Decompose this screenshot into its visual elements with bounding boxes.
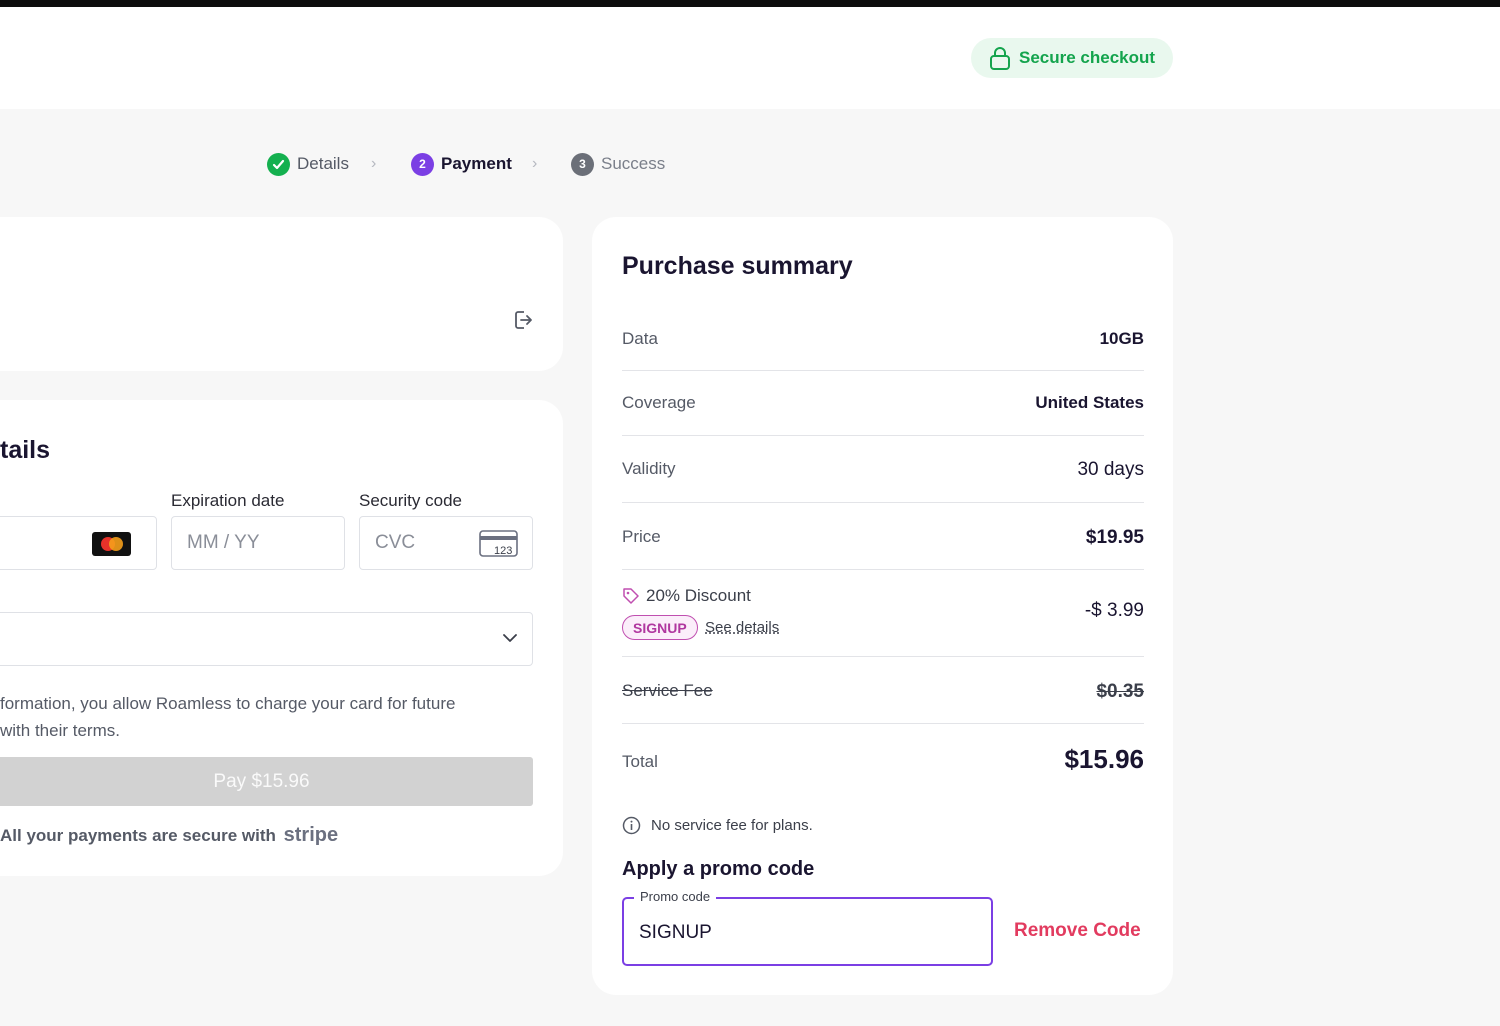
- chevron-right-icon: ›: [371, 155, 377, 172]
- row-label: Total: [622, 752, 658, 771]
- step-details[interactable]: Details: [267, 151, 349, 177]
- logout-icon[interactable]: [512, 309, 534, 336]
- info-icon: [622, 816, 641, 835]
- payment-section-title: tails: [0, 436, 51, 464]
- pay-button[interactable]: Pay $15.96: [0, 757, 533, 806]
- row-label: Data: [622, 329, 658, 348]
- step-payment: 2 Payment: [411, 151, 512, 177]
- step-label: Details: [297, 154, 349, 173]
- window-top-bar: [0, 0, 1500, 7]
- row-label: Coverage: [622, 393, 696, 412]
- security-code-field[interactable]: CVC 123: [359, 516, 533, 570]
- row-value: $19.95: [1085, 527, 1144, 548]
- step-label: Payment: [441, 154, 512, 173]
- chevron-down-icon: [502, 630, 518, 651]
- tag-icon: [623, 588, 639, 604]
- checkout-steps: Details › 2 Payment › 3 Success: [0, 151, 1500, 177]
- card-cvc-icon: 123: [479, 530, 519, 563]
- cvc-placeholder: CVC: [375, 532, 416, 553]
- account-card: [0, 217, 563, 371]
- summary-row-service-fee: Service Fee $0.35: [622, 657, 1144, 724]
- stripe-secure-note: All your payments are secure with stripe: [0, 824, 338, 847]
- promo-tag-badge: SIGNUP: [622, 615, 698, 640]
- expiration-placeholder: MM / YY: [187, 532, 260, 553]
- mastercard-icon: [92, 532, 131, 556]
- row-label: Price: [622, 527, 661, 546]
- info-note-text: No service fee for plans.: [651, 817, 813, 834]
- consent-line: formation, you allow Roamless to charge …: [0, 694, 456, 713]
- row-value: United States: [1035, 393, 1144, 412]
- lock-icon: [990, 47, 1010, 70]
- remove-code-button[interactable]: Remove Code: [1014, 920, 1141, 942]
- step-number: 3: [571, 152, 594, 176]
- see-details-link[interactable]: See details: [705, 619, 779, 636]
- consent-text: formation, you allow Roamless to charge …: [0, 690, 520, 744]
- consent-line: with their terms.: [0, 721, 120, 740]
- step-number: 2: [411, 152, 434, 176]
- promo-code-label: Promo code: [634, 889, 717, 904]
- stripe-logo: stripe: [283, 824, 339, 846]
- step-label: Success: [601, 154, 666, 173]
- discount-label: 20% Discount: [622, 586, 751, 606]
- total-value: $15.96: [1064, 744, 1144, 774]
- summary-row-discount: 20% Discount SIGNUP See details -$ 3.99: [622, 570, 1144, 657]
- secure-checkout-badge: Secure checkout: [971, 38, 1173, 78]
- row-value: $0.35: [1096, 681, 1144, 702]
- page-header: Secure checkout: [0, 7, 1500, 109]
- service-fee-info: No service fee for plans.: [622, 816, 813, 835]
- step-success: 3 Success: [571, 151, 665, 177]
- chevron-right-icon: ›: [532, 155, 538, 172]
- row-value: -$ 3.99: [1084, 600, 1144, 621]
- purchase-summary-title: Purchase summary: [622, 252, 853, 280]
- discount-label-text: 20% Discount: [646, 586, 751, 605]
- row-value: 30 days: [1077, 459, 1144, 480]
- summary-row-data: Data 10GB: [622, 305, 1144, 371]
- svg-text:123: 123: [494, 545, 512, 557]
- promo-section-title: Apply a promo code: [622, 858, 815, 880]
- row-label: Validity: [622, 459, 676, 478]
- country-select[interactable]: [0, 612, 533, 666]
- row-value: 10GB: [1099, 329, 1144, 348]
- expiration-label: Expiration date: [171, 491, 285, 510]
- promo-code-input[interactable]: Promo code SIGNUP: [622, 889, 993, 966]
- summary-row-price: Price $19.95: [622, 503, 1144, 570]
- secure-checkout-label: Secure checkout: [1019, 48, 1156, 67]
- security-code-label: Security code: [359, 491, 462, 510]
- card-number-field[interactable]: [0, 516, 157, 570]
- secure-note-text: All your payments are secure with: [0, 826, 276, 845]
- check-icon: [267, 152, 290, 176]
- promo-code-value: SIGNUP: [639, 922, 712, 943]
- summary-row-coverage: Coverage United States: [622, 371, 1144, 436]
- summary-row-total: Total $15.96: [622, 724, 1144, 796]
- row-label: Service Fee: [622, 681, 713, 700]
- expiration-date-field[interactable]: MM / YY: [171, 516, 345, 570]
- summary-row-validity: Validity 30 days: [622, 436, 1144, 503]
